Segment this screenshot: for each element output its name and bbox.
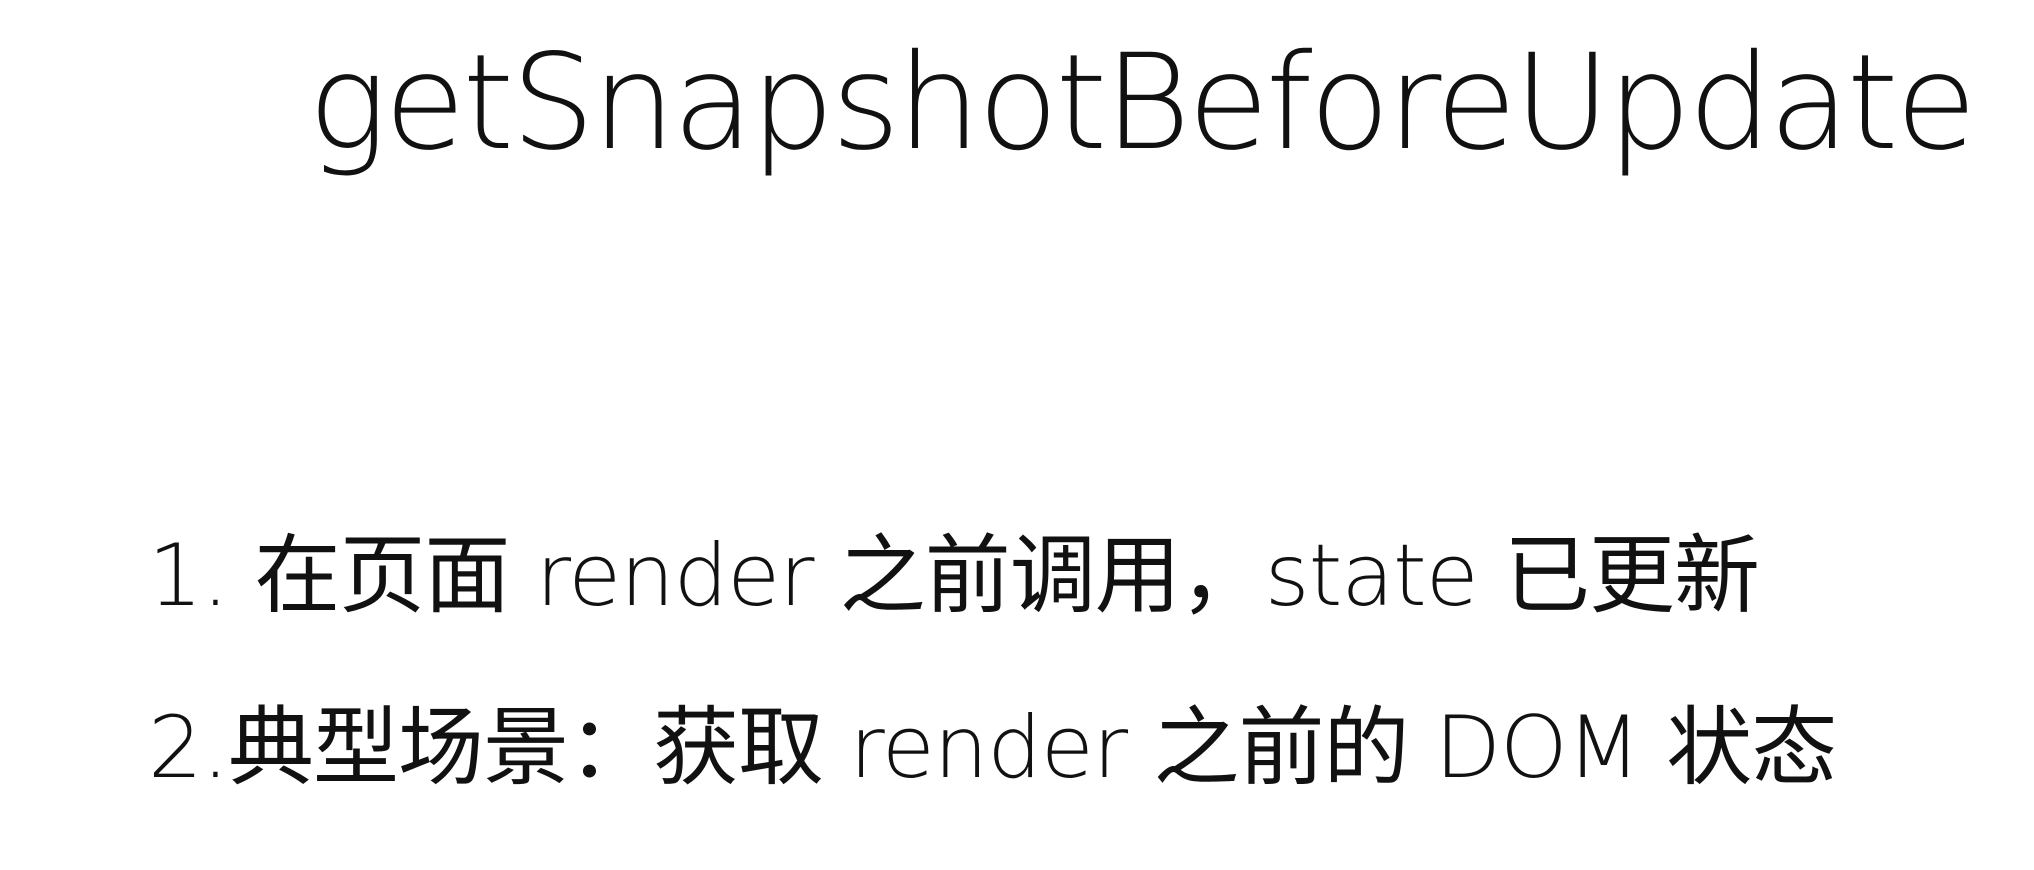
slide: getSnapshotBeforeUpdate 1. 在页面 render 之前… (0, 0, 2034, 870)
bullet-point-2: 2.典型场景：获取 render 之前的 DOM 状态 (148, 698, 1837, 798)
slide-title: getSnapshotBeforeUpdate (308, 26, 1977, 180)
bullet-point-1: 1. 在页面 render 之前调用，state 已更新 (148, 526, 1760, 626)
bullet-list: 1. 在页面 render 之前调用，state 已更新 2.典型场景：获取 r… (148, 490, 2028, 834)
